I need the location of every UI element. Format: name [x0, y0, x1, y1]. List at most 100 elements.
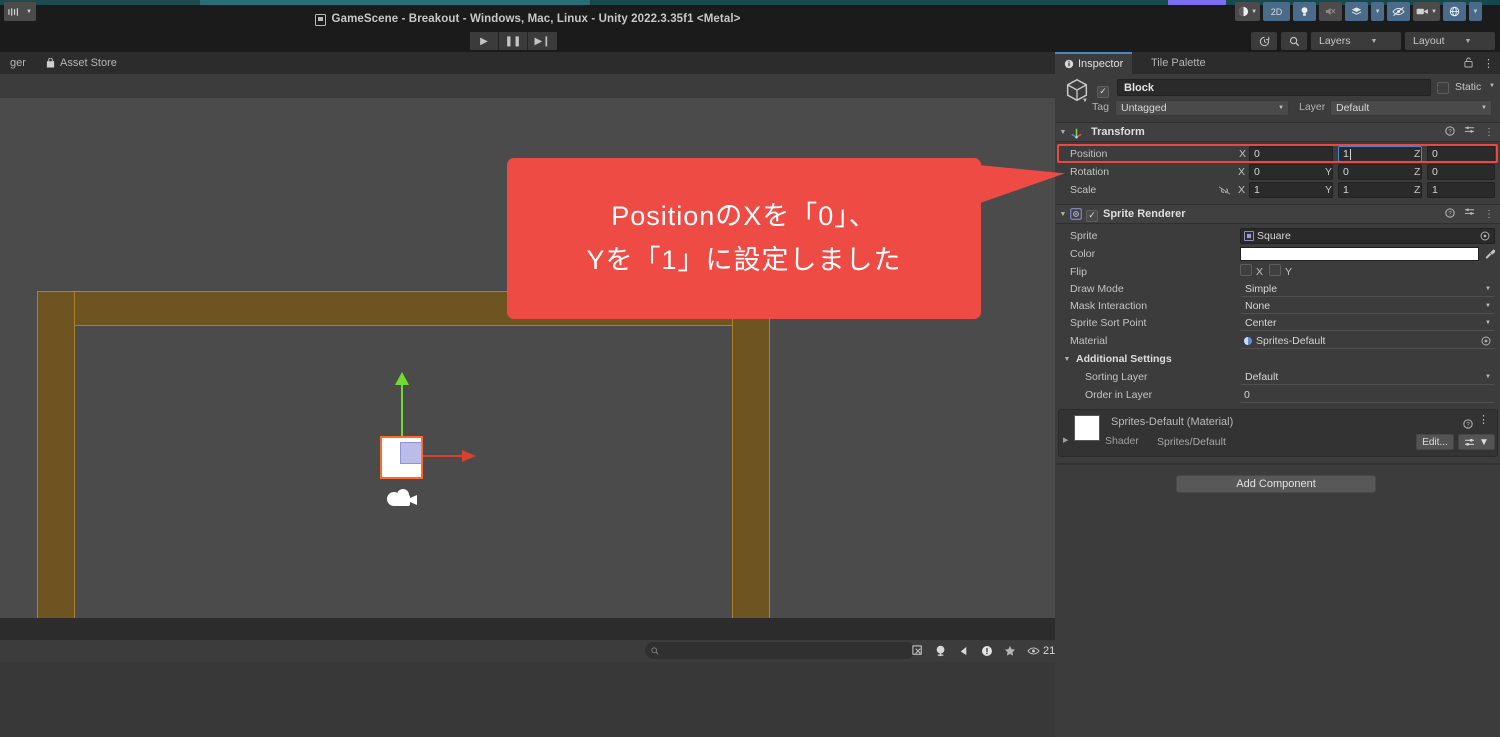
- console-clear-icon[interactable]: [906, 641, 929, 660]
- kebab-menu-icon[interactable]: ⋮: [1484, 127, 1494, 138]
- console-errorpause-icon[interactable]: [952, 641, 975, 660]
- additional-settings-foldout[interactable]: ▼ Additional Settings: [1056, 350, 1500, 368]
- object-picker-icon[interactable]: [1481, 335, 1491, 346]
- static-dropdown-chevron-down-icon[interactable]: ▼: [1489, 83, 1495, 89]
- kebab-menu-icon[interactable]: ⋮: [1484, 209, 1494, 220]
- material-object-field[interactable]: Sprites-Default: [1240, 333, 1495, 349]
- gizmos-toggle[interactable]: [1443, 2, 1466, 21]
- scene-tool-handles-group[interactable]: ▼: [4, 2, 36, 21]
- object-name-field[interactable]: Block: [1117, 79, 1431, 96]
- shader-edit-button[interactable]: Edit...: [1416, 434, 1454, 450]
- transform-rotation-row[interactable]: Rotation X 0 Y 0 Z 0: [1056, 163, 1500, 181]
- foldout-chevron-down-icon[interactable]: ▼: [1060, 356, 1074, 363]
- position-x-input[interactable]: 0: [1249, 146, 1333, 162]
- step-button[interactable]: ▶❙: [528, 32, 557, 50]
- search-icon[interactable]: [1281, 32, 1307, 50]
- object-active-checkbox[interactable]: ✓: [1097, 81, 1109, 99]
- sorting-layer-dropdown[interactable]: Default ▼: [1240, 369, 1495, 385]
- move-gizmo-x-arrow[interactable]: [462, 450, 476, 462]
- history-icon[interactable]: [1251, 32, 1277, 50]
- sprite-renderer-component-header[interactable]: ▼ ✓ Sprite Renderer ? ⋮: [1056, 204, 1500, 224]
- sprite-renderer-enabled-checkbox[interactable]: ✓: [1086, 205, 1098, 223]
- play-button[interactable]: ▶: [470, 32, 499, 50]
- position-z-input[interactable]: 0: [1427, 146, 1495, 162]
- material-foldout-chevron-right-icon[interactable]: ▶: [1063, 436, 1068, 444]
- tab-package-manager[interactable]: ger: [0, 52, 36, 74]
- move-gizmo-y-arrow[interactable]: [395, 372, 409, 385]
- rotation-z-input[interactable]: 0: [1427, 164, 1495, 180]
- sprite-sort-point-row[interactable]: Sprite Sort Point Center ▼: [1056, 314, 1500, 332]
- console-collapse-icon[interactable]: [929, 641, 952, 660]
- move-gizmo-y-axis[interactable]: [401, 376, 403, 442]
- pause-button[interactable]: ❚❚: [499, 32, 528, 50]
- tab-inspector[interactable]: Inspector: [1055, 52, 1133, 74]
- shading-mode-button[interactable]: ▼: [1235, 2, 1261, 21]
- foldout-chevron-down-icon[interactable]: ▼: [1056, 211, 1070, 218]
- toggle-lighting[interactable]: [1293, 2, 1317, 21]
- toggle-audio[interactable]: [1319, 2, 1343, 21]
- preset-icon[interactable]: [1464, 125, 1475, 139]
- console-info-icon[interactable]: [975, 641, 998, 660]
- object-picker-icon[interactable]: [1480, 231, 1490, 241]
- fx-dropdown[interactable]: [1345, 2, 1369, 21]
- block-game-object[interactable]: [380, 436, 423, 479]
- help-icon[interactable]: ?: [1445, 207, 1455, 221]
- sorting-layer-row[interactable]: Sorting Layer Default ▼: [1056, 368, 1500, 386]
- help-icon[interactable]: ?: [1445, 125, 1455, 139]
- transform-scale-row[interactable]: Scale X 1 Y 1 Z 1: [1056, 181, 1500, 199]
- console-search-input[interactable]: [645, 642, 915, 659]
- flip-y-checkbox[interactable]: [1269, 263, 1281, 281]
- toggle-hidden-objects[interactable]: [1387, 2, 1411, 21]
- foldout-chevron-down-icon[interactable]: ▼: [1056, 129, 1070, 136]
- tag-dropdown[interactable]: Untagged ▼: [1115, 100, 1289, 116]
- scale-y-input[interactable]: 1: [1338, 182, 1422, 198]
- tool-handle-icon[interactable]: ▼: [4, 2, 36, 21]
- layer-dropdown[interactable]: Default ▼: [1330, 100, 1492, 116]
- camera-dropdown[interactable]: ▼: [1413, 2, 1440, 21]
- mask-interaction-dropdown[interactable]: None ▼: [1240, 298, 1495, 314]
- eyedropper-icon[interactable]: [1484, 249, 1495, 260]
- layout-dropdown[interactable]: Layout ▼: [1405, 32, 1495, 50]
- transform-position-row[interactable]: Position X 0 Y 1 Z 0: [1056, 145, 1500, 163]
- gizmos-dropdown-arrow[interactable]: ▼: [1469, 2, 1482, 21]
- lock-open-icon[interactable]: [1464, 57, 1473, 71]
- shader-dropdown[interactable]: Sprites/Default ▼: [1152, 434, 1432, 450]
- play-controls[interactable]: ▶ ❚❚ ▶❙: [470, 32, 557, 50]
- scale-x-input[interactable]: 1: [1249, 182, 1333, 198]
- color-swatch[interactable]: [1240, 247, 1479, 261]
- order-in-layer-input[interactable]: 0: [1240, 387, 1495, 403]
- tab-tile-palette[interactable]: Tile Palette: [1142, 52, 1215, 74]
- console-visible-count[interactable]: 21: [1021, 641, 1059, 660]
- move-gizmo-plane-handle[interactable]: [400, 442, 422, 464]
- position-y-input[interactable]: 1: [1338, 146, 1422, 162]
- sprite-field-row[interactable]: Sprite Square: [1056, 227, 1500, 245]
- console-log-area[interactable]: [0, 662, 1055, 737]
- toggle-2d[interactable]: 2D: [1263, 2, 1291, 21]
- sprite-sort-point-dropdown[interactable]: Center ▼: [1240, 315, 1495, 331]
- mask-interaction-row[interactable]: Mask Interaction None ▼: [1056, 297, 1500, 315]
- kebab-menu-icon[interactable]: ⋮: [1483, 57, 1494, 71]
- transform-component-header[interactable]: ▼ Transform ? ⋮: [1056, 122, 1500, 142]
- tab-asset-store[interactable]: Asset Store: [36, 52, 127, 74]
- draw-mode-dropdown[interactable]: Simple ▼: [1240, 281, 1495, 297]
- fx-dropdown-arrow[interactable]: ▼: [1371, 2, 1385, 21]
- sprite-object-field[interactable]: Square: [1240, 228, 1495, 244]
- preset-icon[interactable]: [1464, 207, 1475, 221]
- material-field-row[interactable]: Material Sprites-Default: [1056, 332, 1500, 350]
- add-component-button[interactable]: Add Component: [1176, 475, 1376, 493]
- layers-dropdown[interactable]: Layers ▼: [1311, 32, 1401, 50]
- draw-mode-row[interactable]: Draw Mode Simple ▼: [1056, 280, 1500, 298]
- color-field-row[interactable]: Color: [1056, 245, 1500, 263]
- order-in-layer-row[interactable]: Order in Layer 0: [1056, 386, 1500, 404]
- static-checkbox[interactable]: [1437, 81, 1449, 99]
- kebab-menu-icon[interactable]: ⋮: [1478, 413, 1489, 426]
- console-star-icon[interactable]: [998, 641, 1021, 660]
- shader-settings-button[interactable]: ▼: [1458, 434, 1495, 450]
- chain-broken-icon[interactable]: [1218, 186, 1231, 195]
- flip-x-checkbox[interactable]: [1240, 263, 1252, 281]
- camera-gizmo-icon[interactable]: [383, 486, 423, 511]
- flip-field-row[interactable]: Flip X Y: [1056, 263, 1500, 281]
- scale-z-input[interactable]: 1: [1427, 182, 1495, 198]
- rotation-y-input[interactable]: 0: [1338, 164, 1422, 180]
- help-icon[interactable]: ?: [1463, 416, 1473, 434]
